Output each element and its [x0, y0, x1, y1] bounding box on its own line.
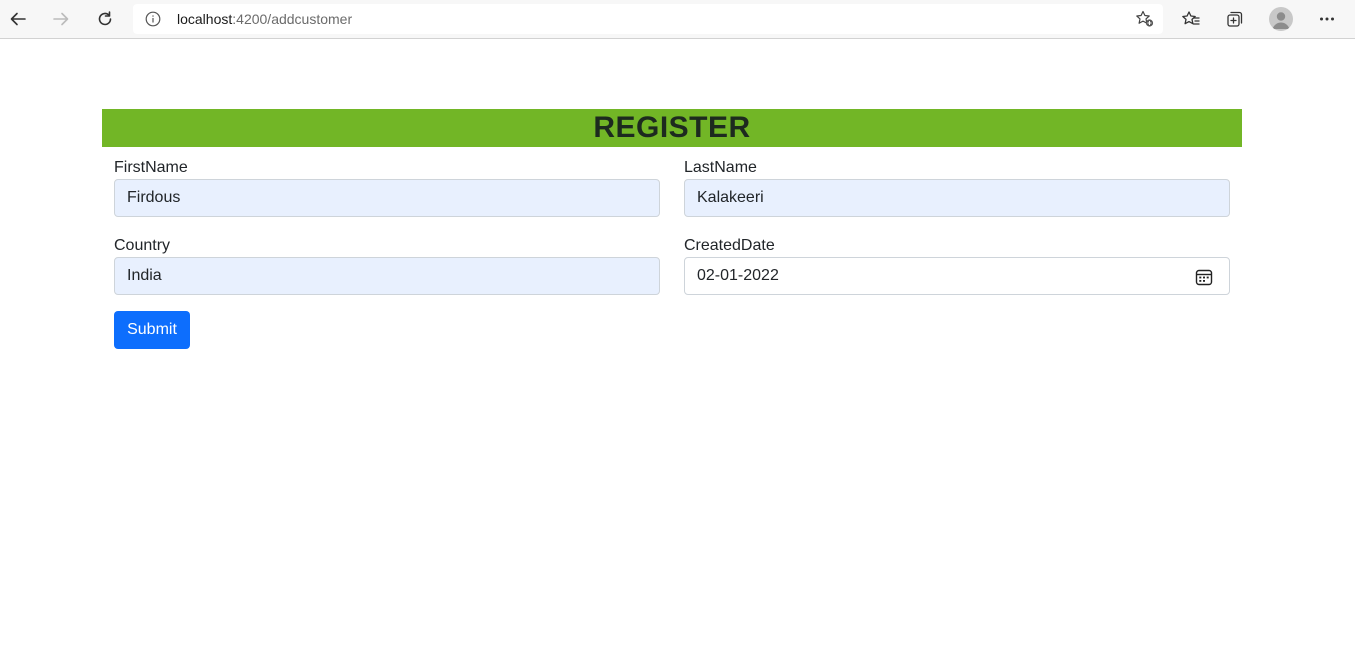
url-path: :4200/addcustomer [232, 11, 353, 27]
add-favorite-icon[interactable] [1135, 10, 1155, 28]
back-icon[interactable] [4, 5, 32, 33]
calendar-icon[interactable] [1195, 268, 1213, 286]
collections-icon[interactable] [1221, 5, 1249, 33]
createddate-label: CreatedDate [684, 237, 775, 254]
address-bar[interactable]: localhost:4200/addcustomer [133, 4, 1163, 34]
firstname-label: FirstName [114, 159, 188, 176]
country-label: Country [114, 237, 171, 254]
register-header: REGISTER [102, 109, 1242, 147]
country-input[interactable]: India [114, 257, 660, 295]
info-icon[interactable] [145, 11, 161, 27]
lastname-input[interactable]: Kalakeeri [684, 179, 1230, 217]
reload-icon[interactable] [91, 5, 119, 33]
forward-icon[interactable] [47, 5, 75, 33]
createddate-input[interactable]: 02-01-2022 [684, 257, 1230, 295]
favorites-icon[interactable] [1177, 5, 1205, 33]
submit-button[interactable]: Submit [114, 311, 190, 349]
firstname-input[interactable]: Firdous [114, 179, 660, 217]
person-icon [1272, 12, 1290, 29]
url-host: localhost [177, 11, 233, 27]
lastname-label: LastName [684, 159, 757, 176]
browser-toolbar: localhost:4200/addcustomer [0, 0, 1355, 39]
url-text[interactable]: localhost:4200/addcustomer [177, 11, 352, 27]
page-title: REGISTER [593, 111, 751, 144]
more-icon[interactable] [1313, 5, 1341, 33]
profile-avatar[interactable] [1269, 7, 1293, 31]
createddate-value: 02-01-2022 [697, 267, 779, 284]
